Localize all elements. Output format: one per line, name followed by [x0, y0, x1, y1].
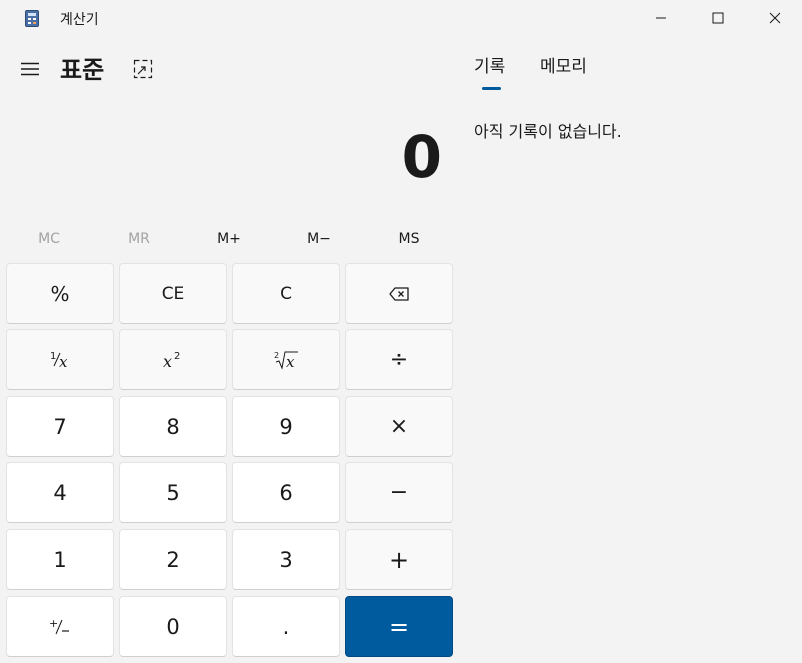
plus-minus-icon: +: [49, 617, 69, 634]
svg-text:+: +: [49, 617, 58, 630]
reciprocal-icon: 1 x: [50, 351, 68, 371]
memory-add-button[interactable]: M+: [184, 224, 274, 254]
memory-subtract-button[interactable]: M−: [274, 224, 364, 254]
minimize-button[interactable]: [638, 0, 684, 36]
keep-on-top-icon: [133, 59, 153, 79]
maximize-button[interactable]: [695, 0, 741, 36]
multiply-button[interactable]: ×: [345, 396, 453, 457]
reciprocal-button[interactable]: 1 x: [6, 329, 114, 390]
square-icon: x 2: [163, 351, 180, 371]
digit-6-button[interactable]: 6: [232, 462, 340, 523]
square-root-icon: 2 x: [274, 351, 298, 371]
digit-5-button[interactable]: 5: [119, 462, 227, 523]
backspace-button[interactable]: [345, 263, 453, 324]
calculator-mode-title: 표준: [60, 56, 105, 84]
digit-4-button[interactable]: 4: [6, 462, 114, 523]
result-display: 0: [401, 123, 442, 191]
history-empty-message: 아직 기록이 없습니다.: [474, 122, 622, 141]
keep-on-top-button[interactable]: [128, 54, 158, 84]
calculator-window: 계산기 표준 0 MC MR M+ M− MS % CE C 1 x x 2 2…: [0, 0, 802, 663]
memory-controls: MC MR M+ M− MS: [4, 224, 454, 254]
subtract-button[interactable]: −: [345, 462, 453, 523]
active-tab-indicator: [482, 87, 501, 90]
close-icon: [769, 12, 781, 24]
clear-button[interactable]: C: [232, 263, 340, 324]
tab-history[interactable]: 기록: [474, 52, 505, 77]
digit-2-button[interactable]: 2: [119, 529, 227, 590]
app-title: 계산기: [60, 12, 99, 28]
hamburger-icon: [21, 62, 39, 76]
calculator-app-icon: [25, 10, 39, 27]
memory-recall-button[interactable]: MR: [94, 224, 184, 254]
memory-clear-button[interactable]: MC: [4, 224, 94, 254]
close-button[interactable]: [752, 0, 798, 36]
decimal-button[interactable]: .: [232, 596, 340, 657]
digit-0-button[interactable]: 0: [119, 596, 227, 657]
square-root-button[interactable]: 2 x: [232, 329, 340, 390]
digit-8-button[interactable]: 8: [119, 396, 227, 457]
backspace-icon: [389, 286, 409, 301]
digit-3-button[interactable]: 3: [232, 529, 340, 590]
minimize-icon: [656, 17, 666, 19]
digit-1-button[interactable]: 1: [6, 529, 114, 590]
clear-entry-button[interactable]: CE: [119, 263, 227, 324]
memory-store-button[interactable]: MS: [364, 224, 454, 254]
percent-button[interactable]: %: [6, 263, 114, 324]
svg-text:2: 2: [174, 351, 180, 362]
negate-button[interactable]: +: [6, 596, 114, 657]
divide-button[interactable]: ÷: [345, 329, 453, 390]
digit-7-button[interactable]: 7: [6, 396, 114, 457]
svg-text:2: 2: [274, 351, 279, 360]
add-button[interactable]: +: [345, 529, 453, 590]
svg-text:1: 1: [50, 351, 56, 362]
tab-memory[interactable]: 메모리: [540, 52, 587, 77]
digit-9-button[interactable]: 9: [232, 396, 340, 457]
square-button[interactable]: x 2: [119, 329, 227, 390]
svg-text:x: x: [59, 353, 68, 371]
svg-text:x: x: [286, 353, 295, 371]
svg-text:x: x: [163, 352, 172, 371]
equals-button[interactable]: =: [345, 596, 453, 657]
navigation-menu-button[interactable]: [14, 54, 46, 84]
maximize-icon: [712, 12, 724, 24]
title-bar: 계산기: [0, 0, 802, 36]
